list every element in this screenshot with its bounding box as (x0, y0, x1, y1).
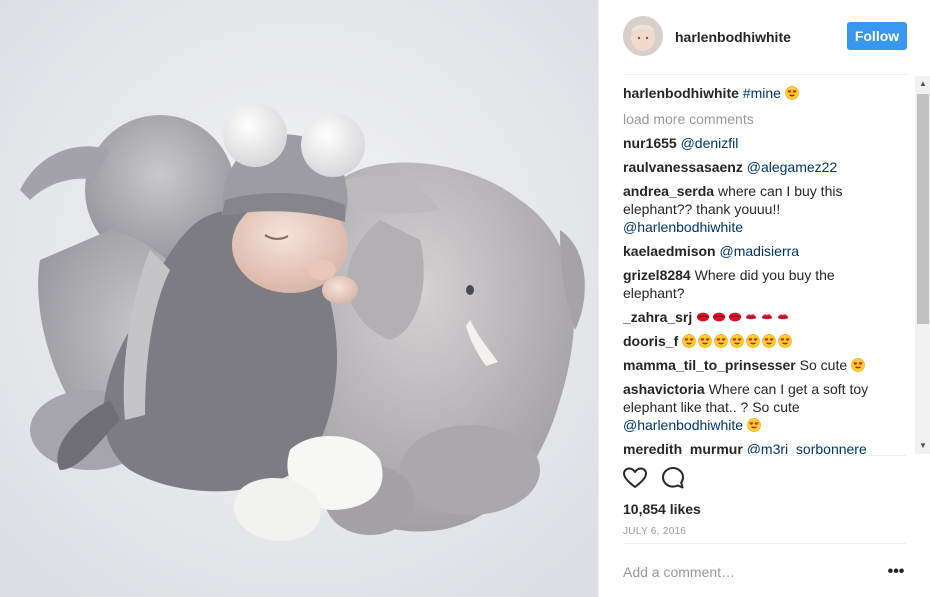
comment-mention[interactable]: @m3ri_sorbonnere (747, 441, 867, 454)
comment-mention[interactable]: @harlenbodhiwhite (623, 219, 743, 235)
baby-elephant-photo (0, 0, 598, 597)
avatar-image (623, 16, 663, 56)
scroll-thumb[interactable] (917, 94, 929, 324)
comment-item: andrea_serda where can I buy this elepha… (623, 182, 893, 236)
comment-item: ashavictoria Where can I get a soft toy … (623, 380, 893, 434)
post-caption: harlenbodhiwhite #mine (623, 84, 893, 102)
comment-username[interactable]: nur1655 (623, 135, 677, 151)
heart-eyes-emoji-icon (747, 418, 761, 432)
comment-item: nur1655 @denizfil (623, 134, 893, 152)
avatar[interactable] (623, 16, 663, 56)
comment-item: dooris_f (623, 332, 893, 350)
comment-item: kaelaedmison @madisierra (623, 242, 893, 260)
comment-username[interactable]: mamma_til_to_prinsesser (623, 357, 796, 373)
likes-count[interactable]: 10,854 likes (623, 500, 701, 518)
comment-item: meredith_murmur @m3ri_sorbonnere (623, 440, 893, 454)
comment-username[interactable]: meredith_murmur (623, 441, 743, 454)
kiss-mark-emoji-icon (777, 314, 789, 320)
add-comment-section: ••• (623, 543, 906, 597)
comment-item: mamma_til_to_prinsesser So cute (623, 356, 893, 374)
heart-outline-icon[interactable] (621, 464, 649, 492)
comment-mention[interactable]: @madisierra (720, 243, 800, 259)
comment-mention[interactable]: @harlenbodhiwhite (623, 417, 743, 433)
heart-eyes-emoji-icon (746, 334, 760, 348)
kiss-lips-emoji-icon (713, 312, 726, 322)
comment-item: _zahra_srj (623, 308, 893, 326)
comment-username[interactable]: grizel8284 (623, 267, 691, 283)
heart-eyes-emoji-icon (682, 334, 696, 348)
scroll-down-arrow[interactable]: ▼ (915, 438, 930, 454)
comment-item: grizel8284 Where did you buy the elephan… (623, 266, 893, 302)
kiss-lips-emoji-icon (697, 312, 710, 322)
comment-mention[interactable]: @denizfil (681, 135, 739, 151)
post-side-panel: harlenbodhiwhite Follow harlenbodhiwhite… (598, 0, 930, 597)
heart-eyes-emoji-icon (730, 334, 744, 348)
heart-eyes-emoji-icon (762, 334, 776, 348)
load-more-comments-link[interactable]: load more comments (623, 110, 893, 128)
ellipsis-icon[interactable]: ••• (886, 562, 906, 582)
post-actions: 10,854 likes JULY 6, 2016 (623, 455, 906, 545)
caption-username[interactable]: harlenbodhiwhite (623, 85, 739, 101)
kiss-mark-emoji-icon (761, 314, 773, 320)
follow-button[interactable]: Follow (847, 22, 907, 50)
comment-text: So cute (799, 357, 848, 373)
comment-item: raulvanessasaenz @alegamez22 (623, 158, 893, 176)
kiss-lips-emoji-icon (729, 312, 742, 322)
kiss-mark-emoji-icon (745, 314, 757, 320)
heart-eyes-emoji-icon (778, 334, 792, 348)
comment-username[interactable]: andrea_serda (623, 183, 714, 199)
comment-username[interactable]: _zahra_srj (623, 309, 692, 325)
comment-username[interactable]: ashavictoria (623, 381, 705, 397)
comment-username[interactable]: raulvanessasaenz (623, 159, 743, 175)
comments-scrollbar[interactable]: ▲ ▼ (915, 76, 930, 454)
heart-eyes-emoji-icon (714, 334, 728, 348)
speech-bubble-icon[interactable] (659, 464, 687, 492)
post-date[interactable]: JULY 6, 2016 (623, 526, 686, 538)
heart-eyes-emoji-icon (698, 334, 712, 348)
scroll-up-arrow[interactable]: ▲ (915, 76, 930, 92)
post-header: harlenbodhiwhite Follow (599, 0, 930, 76)
comment-input[interactable] (623, 562, 873, 582)
heart-eyes-emoji-icon (851, 358, 865, 372)
header-username[interactable]: harlenbodhiwhite (675, 29, 791, 46)
comments-list: harlenbodhiwhite #mine load more comment… (623, 84, 893, 454)
post-photo[interactable] (0, 0, 598, 597)
caption-hashtag[interactable]: #mine (743, 85, 781, 101)
comment-username[interactable]: kaelaedmison (623, 243, 716, 259)
comment-mention[interactable]: @alegamez22 (747, 159, 838, 175)
comment-username[interactable]: dooris_f (623, 333, 678, 349)
heart-eyes-emoji-icon (784, 86, 799, 100)
